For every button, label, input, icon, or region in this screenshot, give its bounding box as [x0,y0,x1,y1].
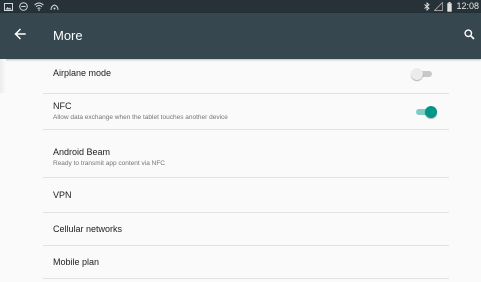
dnd-icon [19,2,28,11]
cell-signal-icon [434,2,444,11]
back-button[interactable] [8,24,32,48]
wifi-icon [34,2,44,11]
list-item-text: Airplane mode [53,68,441,79]
status-time: 12:08 [456,1,479,11]
list-item-title: VPN [53,190,72,200]
signal-icon [50,3,59,11]
list-item-text: Cellular networks [53,224,441,235]
list-item-mobile-plan[interactable]: Mobile plan [0,246,481,278]
list-item-title: NFC [53,101,72,111]
list-item-android-beam[interactable]: Android Beam Ready to transmit app conte… [0,130,481,177]
list-item-summary: Ready to transmit app content via NFC [53,160,165,167]
list-item-vpn[interactable]: VPN [0,178,481,212]
list-item-text: Mobile plan [53,257,441,268]
battery-icon [447,1,453,12]
switch-thumb [411,68,423,80]
page-title: More [53,28,83,43]
list-item-title: Mobile plan [53,257,100,267]
list-item-text: VPN [53,190,441,201]
status-bar: 12:08 [0,0,481,13]
arrow-back-icon [14,27,26,45]
settings-list: Airplane mode NFC Allow data exchange wh… [0,59,481,282]
divider [43,278,449,279]
status-bar-left-icons [4,1,59,12]
list-item-title: Android Beam [53,147,111,157]
search-icon [463,27,475,45]
toolbar: More [0,13,481,59]
nfc-switch[interactable] [413,105,437,119]
list-item-title: Airplane mode [53,68,112,78]
switch-thumb [425,106,437,118]
list-item-title: Cellular networks [53,224,123,234]
status-bar-right-icons: 12:08 [424,0,479,13]
list-item-airplane-mode[interactable]: Airplane mode [0,59,481,93]
list-item-text: NFC Allow data exchange when the tablet … [53,101,441,122]
list-item-summary: Allow data exchange when the tablet touc… [53,114,228,121]
picture-icon [4,2,13,11]
list-item-text: Android Beam Ready to transmit app conte… [53,147,441,168]
search-button[interactable] [459,26,479,46]
list-item-nfc[interactable]: NFC Allow data exchange when the tablet … [0,94,481,129]
list-item-cellular-networks[interactable]: Cellular networks [0,213,481,245]
bluetooth-icon [424,2,431,11]
airplane-mode-switch[interactable] [411,67,435,81]
